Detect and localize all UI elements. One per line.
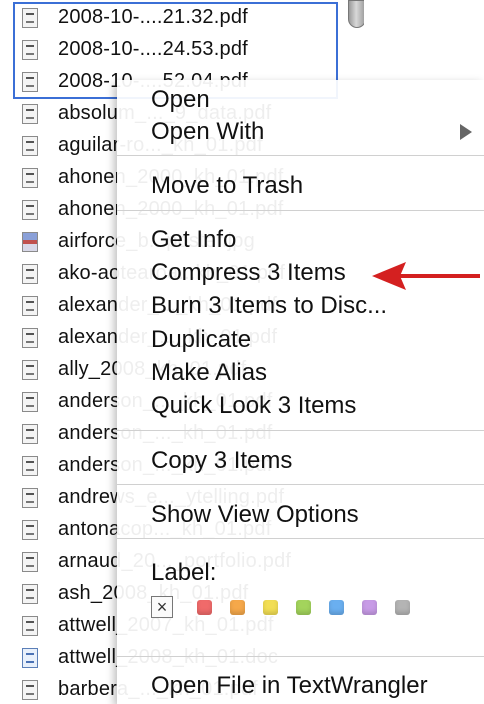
menu-item-label: Quick Look 3 Items: [151, 392, 357, 419]
pdf-icon: [22, 680, 38, 700]
label-color-swatch[interactable]: [230, 600, 245, 615]
pdf-icon: [22, 328, 38, 348]
menu-item-make-alias[interactable]: Make Alias: [117, 356, 484, 388]
pdf-icon: [22, 488, 38, 508]
doc-icon: [22, 648, 38, 668]
menu-separator: [117, 538, 484, 539]
pdf-icon: [22, 392, 38, 412]
file-row[interactable]: 2008-10-....24.53.pdf: [0, 35, 364, 65]
label-color-picker: ×: [151, 596, 471, 620]
label-color-swatch[interactable]: [362, 600, 377, 615]
file-name: 2008-10-....24.53.pdf: [58, 38, 248, 60]
menu-item-open-in-textwrangler[interactable]: Open File in TextWrangler: [117, 669, 484, 701]
label-color-swatch[interactable]: [263, 600, 278, 615]
label-color-swatch[interactable]: [296, 600, 311, 615]
menu-label-heading: Label:: [117, 556, 484, 588]
menu-separator: [117, 656, 484, 657]
menu-item-copy[interactable]: Copy 3 Items: [117, 444, 484, 476]
pdf-icon: [22, 168, 38, 188]
context-menu: Open Open With Move to Trash Get Info Co…: [117, 80, 484, 704]
menu-item-label: Duplicate: [151, 326, 252, 353]
menu-item-open-with[interactable]: Open With: [117, 115, 484, 147]
pdf-icon: [22, 584, 38, 604]
pdf-icon: [22, 136, 38, 156]
pdf-icon: [22, 616, 38, 636]
pdf-icon: [22, 264, 38, 284]
menu-item-label: Make Alias: [151, 359, 268, 386]
menu-separator: [117, 155, 484, 156]
label-none-button[interactable]: ×: [151, 596, 173, 618]
menu-item-duplicate[interactable]: Duplicate: [117, 323, 484, 355]
label-heading-text: Label:: [151, 559, 217, 586]
menu-item-quick-look[interactable]: Quick Look 3 Items: [117, 389, 484, 421]
pdf-icon: [22, 520, 38, 540]
menu-item-label: Move to Trash: [151, 172, 304, 199]
submenu-arrow-icon: [460, 124, 472, 140]
image-icon: [22, 232, 38, 252]
menu-item-label: Compress 3 Items: [151, 259, 346, 286]
annotation-arrow-icon: [372, 262, 480, 290]
pdf-icon: [22, 200, 38, 220]
pdf-icon: [22, 40, 38, 60]
menu-item-label: Open File in TextWrangler: [151, 672, 428, 699]
menu-item-label: Burn 3 Items to Disc...: [151, 292, 388, 319]
file-row[interactable]: 2008-10-....21.32.pdf: [0, 3, 364, 33]
menu-separator: [117, 210, 484, 211]
label-color-swatch[interactable]: [329, 600, 344, 615]
menu-item-label: Show View Options: [151, 501, 359, 528]
menu-item-label: Open: [151, 86, 210, 113]
pdf-icon: [22, 552, 38, 572]
menu-item-get-info[interactable]: Get Info: [117, 223, 484, 255]
scrollbar-thumb[interactable]: [348, 0, 364, 28]
pdf-icon: [22, 104, 38, 124]
pdf-icon: [22, 424, 38, 444]
menu-item-label: Open With: [151, 118, 265, 145]
menu-separator: [117, 430, 484, 431]
menu-item-label: Copy 3 Items: [151, 447, 293, 474]
file-name: 2008-10-....21.32.pdf: [58, 6, 248, 28]
menu-separator: [117, 484, 484, 485]
pdf-icon: [22, 72, 38, 92]
pdf-icon: [22, 456, 38, 476]
label-color-swatch[interactable]: [197, 600, 212, 615]
menu-item-label: Get Info: [151, 226, 237, 253]
pdf-icon: [22, 8, 38, 28]
menu-item-show-view-options[interactable]: Show View Options: [117, 498, 484, 530]
menu-item-open[interactable]: Open: [117, 83, 484, 115]
pdf-icon: [22, 296, 38, 316]
menu-item-move-to-trash[interactable]: Move to Trash: [117, 169, 484, 201]
pdf-icon: [22, 360, 38, 380]
label-color-swatch[interactable]: [395, 600, 410, 615]
